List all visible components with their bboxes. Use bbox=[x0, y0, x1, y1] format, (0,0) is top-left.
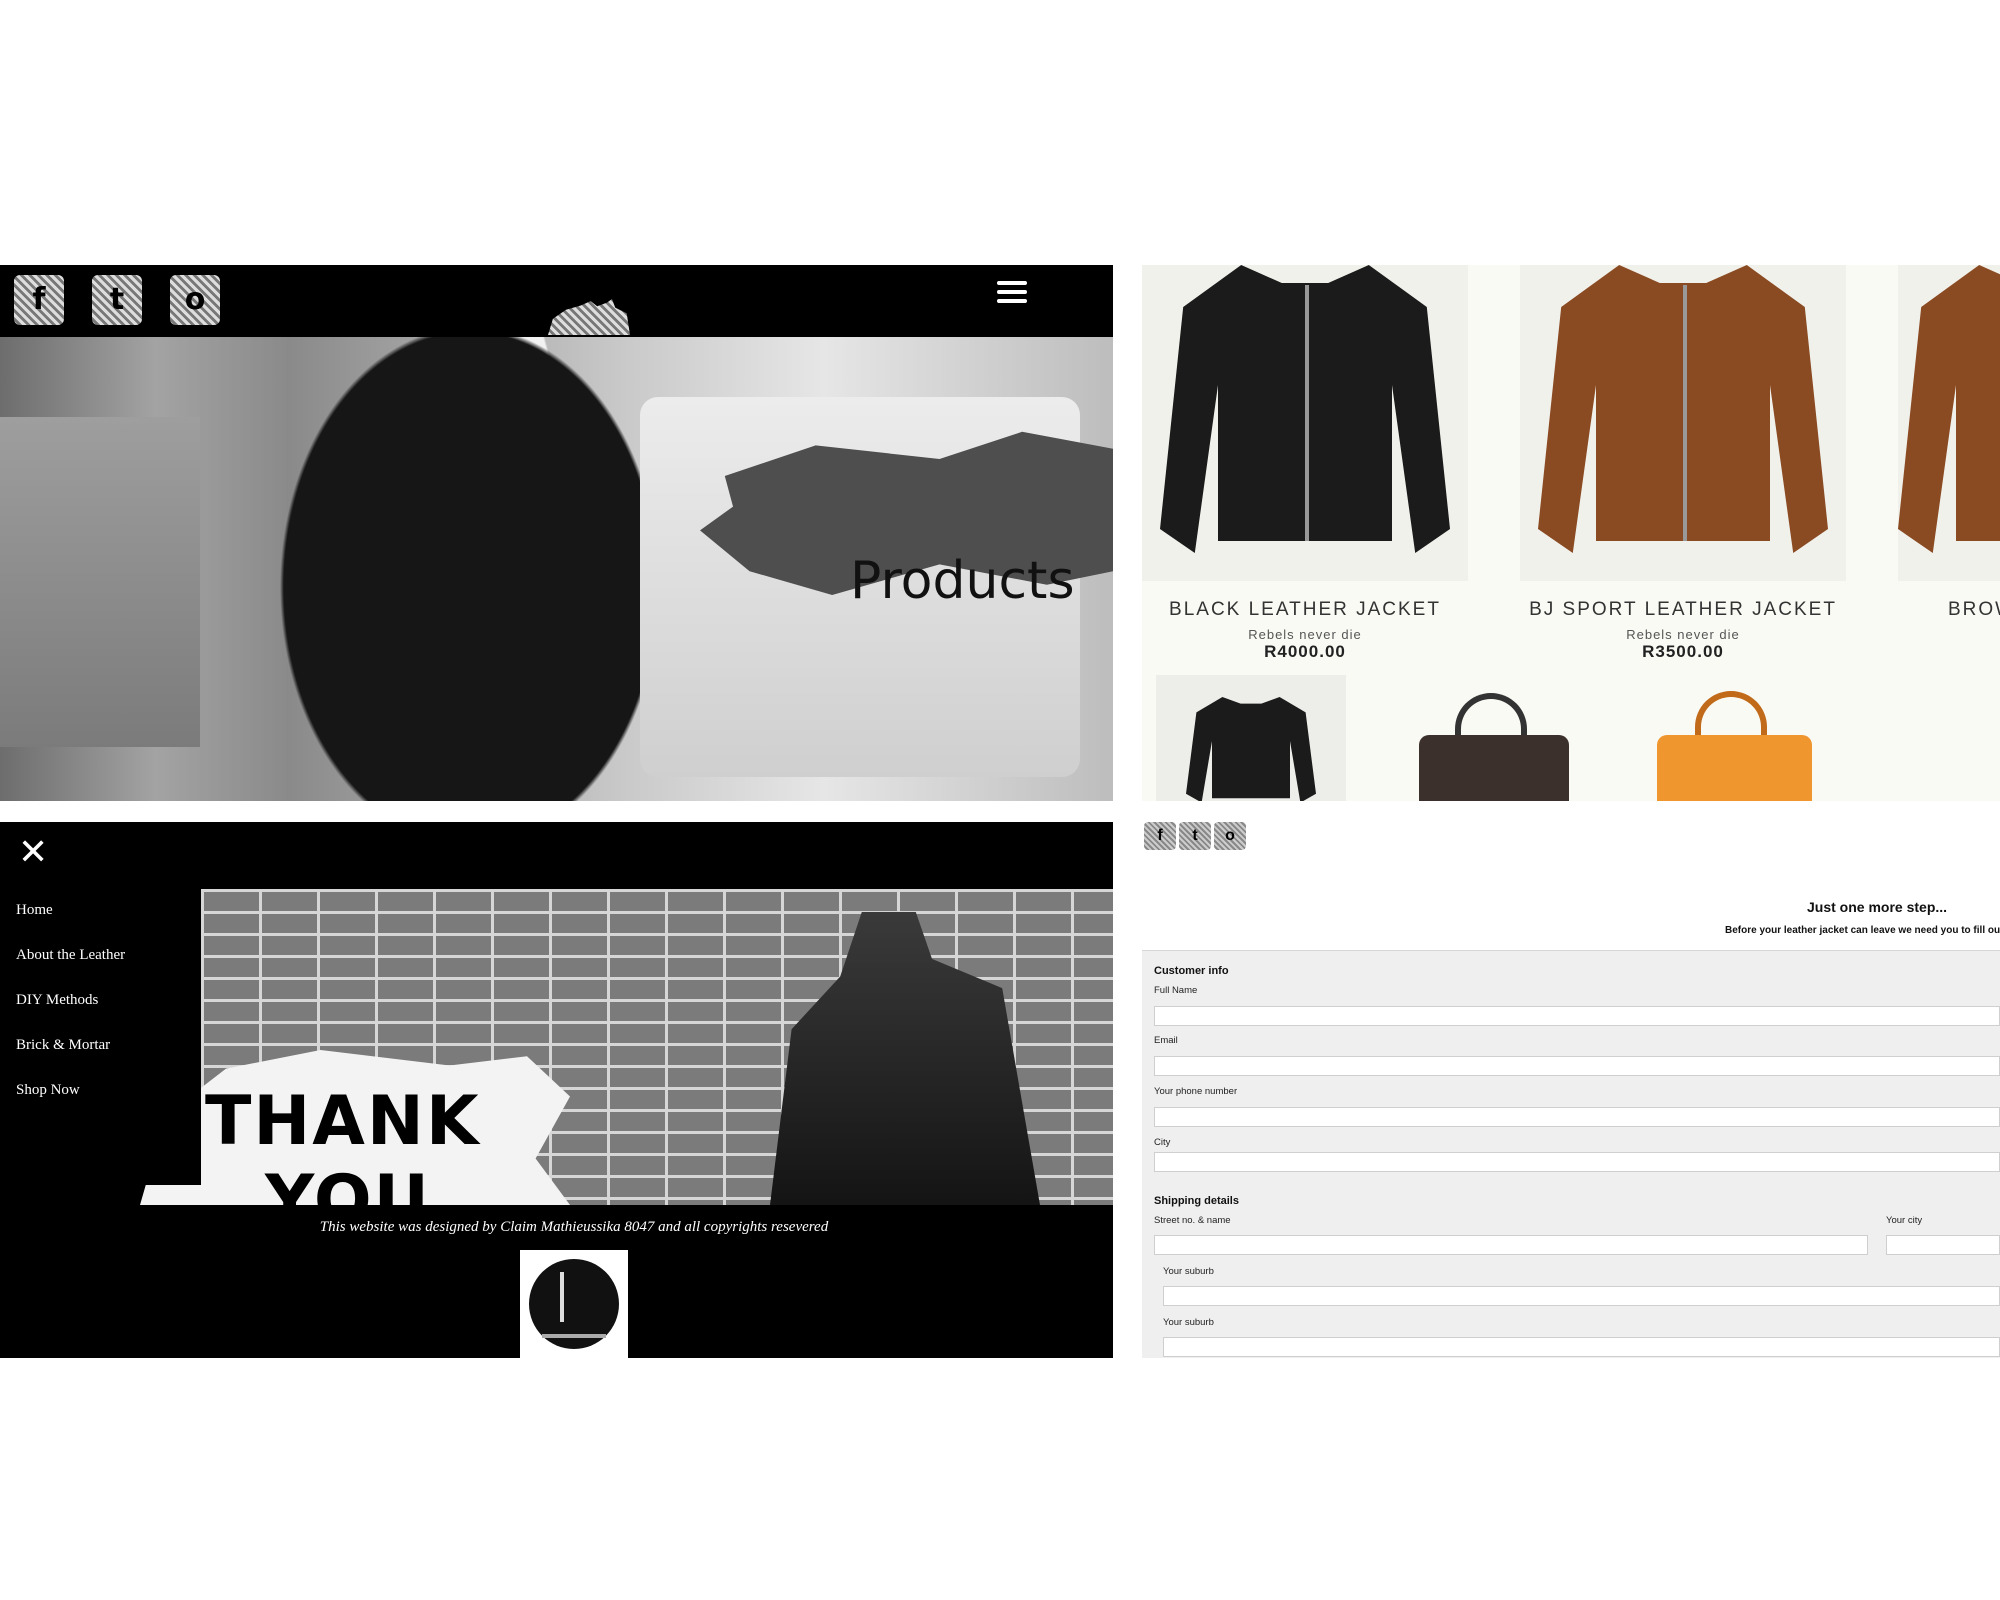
product-name[interactable]: BJ SPORT LEATHER JACKET bbox=[1520, 599, 1846, 621]
menu-item-home[interactable]: Home bbox=[16, 902, 53, 919]
page-title: Products bbox=[850, 551, 1075, 611]
email-input[interactable] bbox=[1154, 1056, 2000, 1076]
product-image[interactable] bbox=[1647, 675, 1817, 801]
section-shipping: Shipping details bbox=[1154, 1195, 1239, 1207]
full-name-input[interactable] bbox=[1154, 1006, 2000, 1026]
form-subtitle: Before your leather jacket can leave we … bbox=[1725, 925, 2000, 936]
suburb-input-2[interactable] bbox=[1163, 1337, 2000, 1357]
brown-jacket-image bbox=[1538, 265, 1828, 553]
brown-jacket-image bbox=[1898, 265, 2000, 553]
menu-item-shop[interactable]: Shop Now bbox=[16, 1082, 80, 1099]
instagram-icon[interactable]: o bbox=[1214, 822, 1246, 850]
product-price: R4000.00 bbox=[1264, 642, 1346, 661]
city-label: City bbox=[1154, 1137, 1171, 1148]
suburb-label: Your suburb bbox=[1163, 1266, 1214, 1277]
menu-item-about[interactable]: About the Leather bbox=[16, 947, 125, 964]
facebook-icon[interactable]: f bbox=[1144, 822, 1176, 850]
your-city-input[interactable] bbox=[1886, 1235, 2000, 1255]
hamburger-menu-icon[interactable] bbox=[997, 281, 1027, 308]
full-name-label: Full Name bbox=[1154, 985, 1198, 996]
street-label: Street no. & name bbox=[1154, 1215, 1231, 1226]
your-city-label: Your city bbox=[1886, 1215, 1923, 1226]
suburb-label-2: Your suburb bbox=[1163, 1317, 1214, 1328]
product-image[interactable] bbox=[1407, 675, 1577, 801]
menu-item-brick-mortar[interactable]: Brick & Mortar bbox=[16, 1037, 110, 1054]
menu-item-diy[interactable]: DIY Methods bbox=[16, 992, 98, 1009]
product-price: R3500.00 bbox=[1642, 642, 1724, 661]
nav-menu: Home About the Leather DIY Methods Brick… bbox=[0, 889, 201, 1185]
thank-you-text: THANK YOU bbox=[205, 1082, 481, 1240]
form-title: Just one more step... bbox=[1807, 899, 1948, 915]
phone-label: Your phone number bbox=[1154, 1086, 1238, 1097]
twitter-icon[interactable]: t bbox=[1179, 822, 1211, 850]
street-input[interactable] bbox=[1154, 1235, 1868, 1255]
twitter-icon[interactable]: t bbox=[92, 275, 142, 325]
hero-panel: f t o Products bbox=[0, 265, 1113, 801]
menu-panel: ✕ THANK YOU Home About the Leather DIY M… bbox=[0, 822, 1113, 1358]
close-icon[interactable]: ✕ bbox=[18, 832, 48, 873]
rhino-logo[interactable] bbox=[548, 299, 630, 335]
products-panel: BLACK LEATHER JACKET Rebels never die R4… bbox=[1142, 265, 2000, 801]
section-customer-info: Customer info bbox=[1154, 965, 1229, 977]
email-label: Email bbox=[1154, 1035, 1178, 1046]
product-image[interactable] bbox=[1156, 675, 1346, 801]
facebook-icon[interactable]: f bbox=[14, 275, 64, 325]
product-name[interactable]: BROWI bbox=[1898, 599, 2000, 621]
city-input[interactable] bbox=[1154, 1152, 2000, 1172]
product-image[interactable] bbox=[1142, 265, 1468, 581]
instagram-icon[interactable]: o bbox=[170, 275, 220, 325]
footer-copyright: This website was designed by Claim Mathi… bbox=[319, 1219, 829, 1235]
footer-logo[interactable] bbox=[520, 1250, 628, 1358]
product-tagline: Rebels never die bbox=[1248, 627, 1362, 642]
black-jacket-image bbox=[1160, 265, 1450, 553]
phone-input[interactable] bbox=[1154, 1107, 2000, 1127]
product-name[interactable]: BLACK LEATHER JACKET bbox=[1142, 599, 1468, 621]
product-tagline: Rebels never die bbox=[1626, 627, 1740, 642]
product-image[interactable] bbox=[1898, 265, 2000, 581]
top-bar: f t o bbox=[0, 265, 1113, 337]
form-container: Customer info Full Name Email Your phone… bbox=[1142, 950, 2000, 1358]
product-image[interactable] bbox=[1520, 265, 1846, 581]
checkout-form-panel: f t o Just one more step... Before your … bbox=[1142, 822, 2000, 1358]
suburb-input[interactable] bbox=[1163, 1286, 2000, 1306]
